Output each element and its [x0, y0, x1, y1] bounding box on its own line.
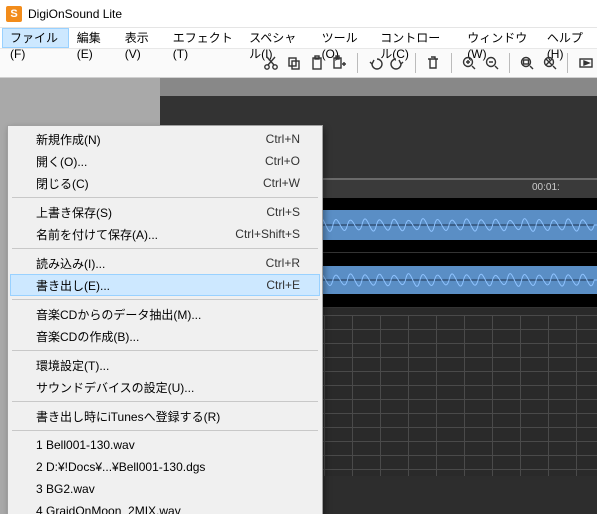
menu-separator: [12, 430, 318, 431]
menu-separator: [12, 299, 318, 300]
file-menu-item[interactable]: 書き出し時にiTunesへ登録する(R): [10, 405, 320, 427]
menu-ウィンドウ[interactable]: ウィンドウ(W): [459, 28, 539, 48]
menu-item-label: 4 GraidOnMoon_2MIX.wav: [36, 504, 300, 514]
menu-item-label: 閉じる(C): [36, 175, 263, 192]
undo-icon[interactable]: [364, 52, 387, 74]
menu-item-accelerator: Ctrl+S: [266, 205, 300, 219]
toolbar-separator: [509, 53, 510, 73]
play-area-icon[interactable]: [574, 52, 597, 74]
file-menu-item[interactable]: 2 D:¥!Docs¥...¥Bell001-130.dgs: [10, 456, 320, 478]
menu-item-label: 音楽CDからのデータ抽出(M)...: [36, 306, 300, 323]
menu-item-label: 開く(O)...: [36, 153, 265, 170]
menu-item-label: 名前を付けて保存(A)...: [36, 226, 235, 243]
menu-ツール[interactable]: ツール(O): [314, 28, 373, 48]
file-menu-item[interactable]: 開く(O)...Ctrl+O: [10, 150, 320, 172]
workspace: 00:00:00.00 00:01: -12% -10%: [0, 78, 597, 514]
menu-編集[interactable]: 編集(E): [69, 28, 117, 48]
file-menu-item[interactable]: 4 GraidOnMoon_2MIX.wav: [10, 500, 320, 514]
menu-item-accelerator: Ctrl+W: [263, 176, 300, 190]
paste-icon[interactable]: [305, 52, 328, 74]
menu-エフェクト[interactable]: エフェクト(T): [165, 28, 241, 48]
file-menu-item[interactable]: 1 Bell001-130.wav: [10, 434, 320, 456]
file-menu-item[interactable]: 名前を付けて保存(A)...Ctrl+Shift+S: [10, 223, 320, 245]
menu-item-accelerator: Ctrl+O: [265, 154, 300, 168]
file-menu-item[interactable]: 音楽CDからのデータ抽出(M)...: [10, 303, 320, 325]
menu-item-label: 3 BG2.wav: [36, 482, 300, 496]
menu-item-label: 音楽CDの作成(B)...: [36, 328, 300, 345]
menu-item-label: 2 D:¥!Docs¥...¥Bell001-130.dgs: [36, 460, 300, 474]
menu-item-accelerator: Ctrl+E: [266, 278, 300, 292]
file-menu-item[interactable]: 上書き保存(S)Ctrl+S: [10, 201, 320, 223]
file-menu-item[interactable]: 新規作成(N)Ctrl+N: [10, 128, 320, 150]
file-menu-item[interactable]: 閉じる(C)Ctrl+W: [10, 172, 320, 194]
menu-item-label: 環境設定(T)...: [36, 357, 300, 374]
menu-item-accelerator: Ctrl+N: [266, 132, 300, 146]
cut-icon[interactable]: [260, 52, 283, 74]
menu-コントロール[interactable]: コントロール(C): [372, 28, 459, 48]
file-menu-item[interactable]: 3 BG2.wav: [10, 478, 320, 500]
file-menu-item[interactable]: 音楽CDの作成(B)...: [10, 325, 320, 347]
menu-separator: [12, 350, 318, 351]
zoom-all-icon[interactable]: [539, 52, 562, 74]
toolbar-separator: [357, 53, 358, 73]
menu-ヘルプ[interactable]: ヘルプ(H): [539, 28, 597, 48]
menu-item-label: 上書き保存(S): [36, 204, 266, 221]
paste-new-icon[interactable]: [328, 52, 351, 74]
menu-bar[interactable]: ファイル(F)編集(E)表示(V)エフェクト(T)スペシャル(I)ツール(O)コ…: [0, 28, 597, 49]
toolbar-separator: [567, 53, 568, 73]
menu-item-label: 書き出し(E)...: [36, 277, 266, 294]
zoom-out-icon[interactable]: [480, 52, 503, 74]
menu-separator: [12, 197, 318, 198]
file-menu-item[interactable]: 書き出し(E)...Ctrl+E: [10, 274, 320, 296]
file-menu-item[interactable]: サウンドデバイスの設定(U)...: [10, 376, 320, 398]
menu-スペシャル[interactable]: スペシャル(I): [241, 28, 313, 48]
delete-icon[interactable]: [422, 52, 445, 74]
redo-icon[interactable]: [386, 52, 409, 74]
copy-icon[interactable]: [283, 52, 306, 74]
toolbar-separator: [415, 53, 416, 73]
menu-ファイル[interactable]: ファイル(F): [2, 28, 69, 48]
menu-separator: [12, 248, 318, 249]
menu-item-label: 読み込み(I)...: [36, 255, 266, 272]
menu-item-label: 書き出し時にiTunesへ登録する(R): [36, 408, 300, 425]
toolbar-separator: [451, 53, 452, 73]
menu-item-label: 1 Bell001-130.wav: [36, 438, 300, 452]
menu-item-label: 新規作成(N): [36, 131, 266, 148]
time-marker-1: 00:01:: [532, 182, 560, 193]
file-menu-item[interactable]: 読み込み(I)...Ctrl+R: [10, 252, 320, 274]
zoom-fit-icon[interactable]: [516, 52, 539, 74]
title-bar: S DigiOnSound Lite: [0, 0, 597, 28]
menu-表示[interactable]: 表示(V): [117, 28, 165, 48]
menu-item-accelerator: Ctrl+Shift+S: [235, 227, 300, 241]
zoom-in-icon[interactable]: [458, 52, 481, 74]
file-menu-item[interactable]: 環境設定(T)...: [10, 354, 320, 376]
menu-separator: [12, 401, 318, 402]
file-menu-dropdown[interactable]: 新規作成(N)Ctrl+N開く(O)...Ctrl+O閉じる(C)Ctrl+W上…: [7, 125, 323, 514]
app-icon: S: [6, 6, 22, 22]
menu-item-accelerator: Ctrl+R: [266, 256, 300, 270]
menu-item-label: サウンドデバイスの設定(U)...: [36, 379, 300, 396]
app-title: DigiOnSound Lite: [28, 7, 122, 21]
